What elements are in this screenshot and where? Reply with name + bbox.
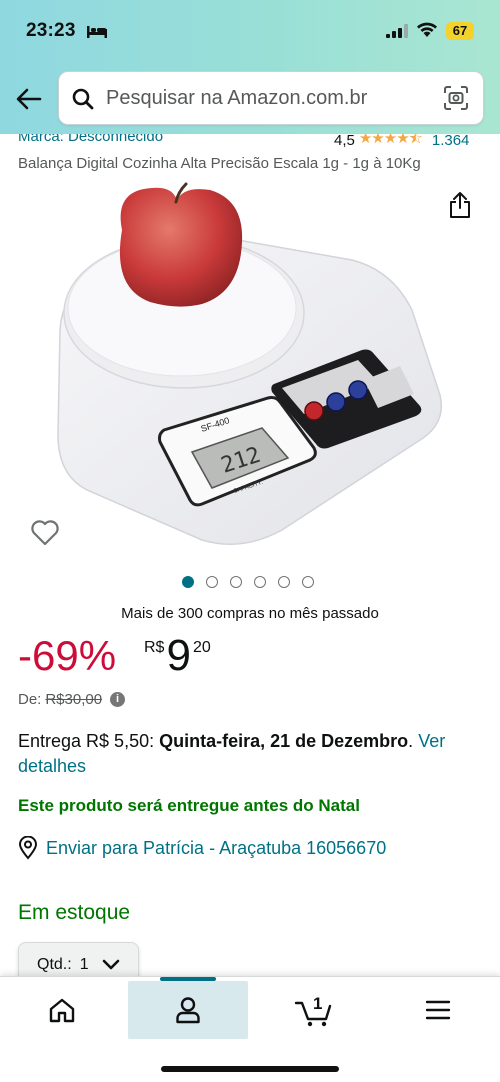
nav-account[interactable] — [128, 977, 248, 1039]
list-price: De: R$30,00 i — [18, 691, 126, 708]
quantity-value: 1 — [79, 956, 89, 973]
carousel-dot[interactable] — [230, 576, 242, 588]
active-tab-indicator — [160, 977, 216, 981]
product-image[interactable]: SF-400 212 CAPACITY: — [52, 180, 452, 560]
quantity-label: Qtd.: — [37, 956, 72, 973]
status-time: 23:23 — [26, 20, 76, 41]
current-price: R$ 9 20 — [144, 633, 211, 679]
nav-menu[interactable] — [378, 981, 498, 1039]
cart-icon: 1 — [294, 994, 332, 1027]
ship-to-address[interactable]: Enviar para Patrícia - Araçatuba 1605667… — [46, 838, 386, 859]
camera-search-icon[interactable] — [443, 85, 469, 111]
location-pin-icon — [18, 836, 38, 860]
nav-cart[interactable]: 1 — [254, 981, 374, 1039]
price-cents: 20 — [192, 639, 211, 656]
rating-value: 4,5 — [334, 132, 355, 149]
delivery-date: Quinta-feira, 21 de Dezembro — [159, 731, 409, 751]
carousel-dot[interactable] — [254, 576, 266, 588]
image-carousel-dots[interactable] — [182, 576, 314, 588]
back-arrow-icon[interactable] — [14, 84, 44, 114]
stock-status: Em estoque — [18, 901, 131, 924]
cart-count: 1 — [313, 994, 322, 1013]
status-bar: 23:23 67 — [0, 0, 500, 62]
bought-last-month: Mais de 300 compras no mês passado — [121, 605, 379, 622]
home-indicator[interactable] — [161, 1066, 339, 1072]
sleep-mode-icon — [87, 26, 107, 38]
chevron-down-icon — [102, 959, 119, 970]
nav-home[interactable] — [2, 981, 122, 1039]
menu-icon — [425, 1000, 451, 1020]
search-icon — [72, 88, 94, 110]
wishlist-heart-icon[interactable] — [30, 518, 60, 546]
delivery-info: Entrega R$ 5,50: Quinta-feira, 21 de Dez… — [18, 729, 484, 779]
delivery-prefix: Entrega R$ 5,50: — [18, 731, 160, 751]
search-bar[interactable]: Pesquisar na Amazon.com.br — [58, 71, 484, 125]
wifi-icon — [417, 22, 437, 37]
carousel-dot[interactable] — [206, 576, 218, 588]
carousel-dot[interactable] — [278, 576, 290, 588]
home-icon — [49, 998, 75, 1023]
ship-to-link[interactable]: Enviar para Patrícia - Araçatuba 1605667… — [18, 836, 386, 860]
list-price-value: R$30,00 — [45, 691, 103, 708]
price-whole: 9 — [166, 631, 191, 680]
info-icon[interactable]: i — [110, 692, 126, 707]
carousel-dot[interactable] — [182, 576, 194, 588]
delivery-suffix: . — [408, 731, 419, 751]
discount-percentage: -69% — [18, 632, 117, 679]
search-input[interactable]: Pesquisar na Amazon.com.br — [106, 87, 367, 110]
account-icon — [176, 997, 200, 1024]
list-price-label: De: — [18, 691, 42, 708]
rating-count[interactable]: 1.364 — [432, 132, 470, 149]
price-currency: R$ — [144, 639, 165, 656]
christmas-delivery-note: Este produto será entregue antes do Nata… — [18, 796, 360, 815]
product-title: Balança Digital Cozinha Alta Precisão Es… — [18, 155, 421, 172]
cellular-signal-icon — [386, 24, 408, 38]
battery-indicator: 67 — [446, 22, 474, 40]
carousel-dot[interactable] — [302, 576, 314, 588]
